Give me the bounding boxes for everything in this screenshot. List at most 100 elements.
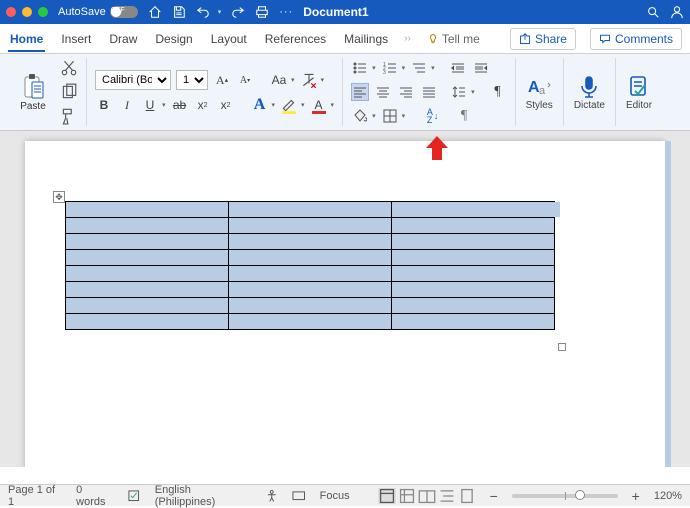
- draft-view-button[interactable]: [458, 488, 476, 504]
- web-layout-view-button[interactable]: [398, 488, 416, 504]
- pilcrow-button[interactable]: ¶: [455, 107, 473, 125]
- print-icon[interactable]: [255, 5, 269, 19]
- more-icon[interactable]: ···: [279, 6, 293, 18]
- maximize-window-button[interactable]: [38, 7, 48, 17]
- editor-button[interactable]: Editor: [624, 74, 654, 111]
- decrease-indent-button[interactable]: [449, 59, 467, 77]
- change-case-caret[interactable]: ▾: [291, 76, 295, 84]
- spellcheck-status-icon[interactable]: [127, 489, 140, 503]
- clear-formatting-icon[interactable]: [300, 71, 318, 89]
- table-move-handle[interactable]: ✥: [53, 191, 65, 203]
- title-bar-right: [646, 5, 684, 19]
- line-spacing-button[interactable]: [450, 83, 468, 101]
- font-color-caret[interactable]: ▾: [331, 101, 335, 109]
- tab-draw[interactable]: Draw: [107, 26, 139, 52]
- shrink-font-icon[interactable]: A▾: [236, 71, 254, 89]
- format-painter-icon[interactable]: [60, 107, 78, 125]
- highlight-button[interactable]: [280, 96, 298, 114]
- zoom-level[interactable]: 120%: [654, 490, 682, 502]
- zoom-in-button[interactable]: +: [632, 488, 640, 504]
- autosave-label: AutoSave: [58, 6, 106, 18]
- read-mode-view-button[interactable]: [418, 488, 436, 504]
- tab-layout[interactable]: Layout: [209, 26, 249, 52]
- align-left-button[interactable]: [351, 83, 369, 101]
- cut-icon[interactable]: [60, 59, 78, 77]
- minimize-window-button[interactable]: [22, 7, 32, 17]
- document-title: Document1: [303, 5, 646, 19]
- multilevel-list-button[interactable]: [410, 59, 428, 77]
- tab-mailings[interactable]: Mailings: [342, 26, 390, 52]
- borders-button[interactable]: [381, 107, 399, 125]
- font-color-button[interactable]: A: [310, 96, 328, 114]
- styles-pane-button[interactable]: Aa Styles: [524, 74, 555, 111]
- justify-button[interactable]: [420, 83, 438, 101]
- tab-references[interactable]: References: [263, 26, 328, 52]
- text-effects-caret[interactable]: ▾: [272, 101, 276, 109]
- ribbon: Paste Calibri (Bo… 12 A▴ A▾ Aa▾ ▾ B I U▾…: [0, 54, 690, 131]
- shading-caret[interactable]: ▾: [372, 112, 376, 120]
- underline-caret[interactable]: ▾: [162, 101, 166, 109]
- print-layout-view-button[interactable]: [378, 488, 396, 504]
- text-effects-button[interactable]: A: [251, 96, 269, 114]
- redo-icon[interactable]: [231, 5, 245, 19]
- document-table[interactable]: [65, 201, 555, 330]
- tell-me-search[interactable]: Tell me: [427, 32, 480, 46]
- sort-button[interactable]: AZ↓: [423, 107, 441, 125]
- paste-button[interactable]: Paste: [14, 73, 52, 112]
- multilevel-caret[interactable]: ▾: [431, 64, 435, 72]
- autosave-toggle[interactable]: AutoSave OFF: [58, 6, 138, 18]
- bullets-button[interactable]: [351, 59, 369, 77]
- font-size-select[interactable]: 12: [176, 70, 208, 90]
- document-canvas[interactable]: ✥: [0, 131, 690, 467]
- clear-format-caret[interactable]: ▾: [321, 76, 325, 84]
- share-button[interactable]: Share: [510, 28, 576, 50]
- home-icon[interactable]: [148, 5, 162, 19]
- italic-button[interactable]: I: [118, 96, 136, 114]
- undo-dropdown-icon[interactable]: ▾: [218, 8, 222, 16]
- outline-view-button[interactable]: [438, 488, 456, 504]
- strikethrough-button[interactable]: ab: [171, 96, 189, 114]
- tabs-overflow-icon[interactable]: ››: [404, 33, 411, 44]
- tab-insert[interactable]: Insert: [59, 26, 93, 52]
- show-paragraph-marks-button[interactable]: ¶: [489, 83, 507, 101]
- numbering-button[interactable]: 123: [381, 59, 399, 77]
- subscript-button[interactable]: x2: [194, 96, 212, 114]
- page-count[interactable]: Page 1 of 1: [8, 484, 62, 508]
- copy-icon[interactable]: [60, 83, 78, 101]
- language-status[interactable]: English (Philippines): [155, 484, 251, 508]
- undo-icon[interactable]: [196, 5, 210, 19]
- zoom-slider[interactable]: [512, 494, 618, 498]
- accessibility-icon[interactable]: [265, 489, 278, 503]
- borders-caret[interactable]: ▾: [402, 112, 406, 120]
- highlight-caret[interactable]: ▾: [301, 101, 305, 109]
- search-icon[interactable]: [646, 5, 660, 19]
- document-page[interactable]: ✥: [25, 141, 665, 467]
- close-window-button[interactable]: [6, 7, 16, 17]
- table-resize-handle[interactable]: [558, 343, 566, 351]
- dictate-button[interactable]: Dictate: [572, 74, 607, 111]
- numbering-caret[interactable]: ▾: [402, 64, 406, 72]
- font-name-select[interactable]: Calibri (Bo…: [95, 70, 171, 90]
- zoom-out-button[interactable]: −: [490, 488, 498, 504]
- tab-design[interactable]: Design: [153, 26, 194, 52]
- underline-button[interactable]: U: [141, 96, 159, 114]
- grow-font-icon[interactable]: A▴: [213, 71, 231, 89]
- focus-mode-icon[interactable]: [292, 489, 305, 503]
- shading-button[interactable]: [351, 107, 369, 125]
- autosave-switch[interactable]: OFF: [110, 6, 138, 18]
- align-center-button[interactable]: [374, 83, 392, 101]
- save-icon[interactable]: [172, 5, 186, 19]
- align-right-button[interactable]: [397, 83, 415, 101]
- tab-home[interactable]: Home: [8, 26, 45, 52]
- word-count[interactable]: 0 words: [76, 484, 113, 508]
- superscript-button[interactable]: x2: [217, 96, 235, 114]
- bullets-caret[interactable]: ▾: [372, 64, 376, 72]
- account-icon[interactable]: [670, 5, 684, 19]
- bold-button[interactable]: B: [95, 96, 113, 114]
- focus-label[interactable]: Focus: [320, 490, 350, 502]
- increase-indent-button[interactable]: [472, 59, 490, 77]
- line-spacing-caret[interactable]: ▾: [471, 88, 475, 96]
- ribbon-tabs: Home Insert Draw Design Layout Reference…: [0, 24, 690, 54]
- comments-button[interactable]: Comments: [590, 28, 682, 50]
- change-case-button[interactable]: Aa: [270, 71, 288, 89]
